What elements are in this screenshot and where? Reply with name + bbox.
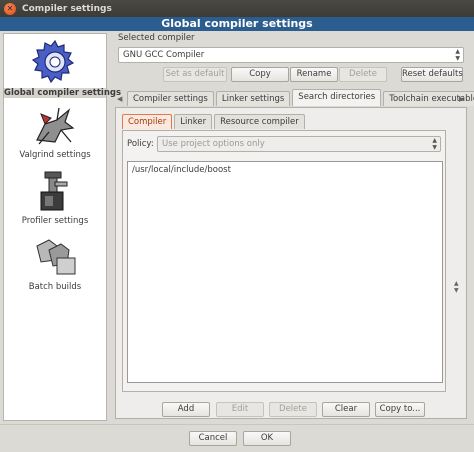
updown-arrow-icon: ▲ ▼ [455, 48, 460, 62]
list-item[interactable]: /usr/local/include/boost [132, 165, 438, 175]
copy-to-button[interactable]: Copy to... [375, 402, 425, 417]
tab-search-directories[interactable]: Search directories [292, 89, 382, 106]
sidebar-item-global-compiler-settings[interactable]: Global compiler settings [4, 38, 122, 98]
tab-compiler-settings[interactable]: Compiler settings [127, 91, 214, 106]
sidebar-item-label: Global compiler settings [4, 88, 122, 98]
set-as-default-button[interactable]: Set as default [163, 67, 227, 82]
sub-tabs: Compiler Linker Resource compiler [122, 114, 307, 129]
tab-linker-settings[interactable]: Linker settings [215, 91, 291, 106]
sidebar-item-label: Valgrind settings [19, 150, 91, 160]
policy-label: Policy: [127, 139, 154, 149]
rename-button[interactable]: Rename [290, 67, 338, 82]
policy-select[interactable]: Use project options only ▲ ▼ [157, 136, 441, 152]
edit-directory-button[interactable]: Edit [216, 402, 264, 417]
window-title: Compiler settings [22, 3, 112, 14]
sidebar-item-batch-builds[interactable]: Batch builds [4, 236, 106, 292]
tab-linker[interactable]: Linker [174, 114, 213, 129]
profiler-icon [40, 171, 68, 211]
window-titlebar: ✕ Compiler settings [0, 0, 474, 17]
tab-compiler[interactable]: Compiler [122, 114, 173, 129]
close-icon[interactable]: ✕ [4, 2, 16, 15]
directories-list[interactable]: /usr/local/include/boost [127, 161, 443, 383]
valgrind-icon [36, 107, 75, 145]
sidebar-item-profiler-settings[interactable]: Profiler settings [4, 170, 106, 226]
tab-scroll-left-icon[interactable]: ◀ [117, 95, 122, 103]
page-title: Global compiler settings [0, 17, 474, 31]
scroll-arrows-icon[interactable]: ▲ ▼ [454, 280, 459, 294]
clear-directories-button[interactable]: Clear [322, 402, 370, 417]
tab-scroll-right-icon[interactable]: ▶ [459, 95, 464, 103]
copy-button[interactable]: Copy [231, 67, 289, 82]
selected-compiler-label: Selected compiler [118, 33, 195, 43]
divider [0, 424, 474, 425]
reset-defaults-button[interactable]: Reset defaults [401, 67, 463, 82]
sidebar-item-valgrind-settings[interactable]: Valgrind settings [4, 104, 106, 160]
compiler-settings-panel: Selected compiler GNU GCC Compiler ▲ ▼ Se… [115, 33, 474, 421]
sidebar: Global compiler settings Valgrind settin… [3, 33, 122, 421]
search-directories-panel: Compiler Linker Resource compiler Policy… [115, 107, 467, 419]
ok-button[interactable]: OK [243, 431, 291, 446]
main-tabs: Compiler settings Linker settings Search… [127, 89, 474, 106]
delete-directory-button[interactable]: Delete [269, 402, 317, 417]
sidebar-item-label: Profiler settings [21, 216, 89, 226]
delete-compiler-button[interactable]: Delete [339, 67, 387, 82]
add-directory-button[interactable]: Add [162, 402, 210, 417]
sidebar-item-label: Batch builds [28, 282, 82, 292]
tab-resource-compiler[interactable]: Resource compiler [214, 114, 305, 129]
updown-arrow-icon: ▲ ▼ [432, 137, 437, 151]
compiler-directories-page: Policy: Use project options only ▲ ▼ /usr… [122, 130, 446, 392]
batch-builds-icon [36, 239, 76, 275]
cancel-button[interactable]: Cancel [189, 431, 237, 446]
gear-icon [31, 39, 75, 84]
compiler-select[interactable]: GNU GCC Compiler ▲ ▼ [118, 47, 464, 63]
